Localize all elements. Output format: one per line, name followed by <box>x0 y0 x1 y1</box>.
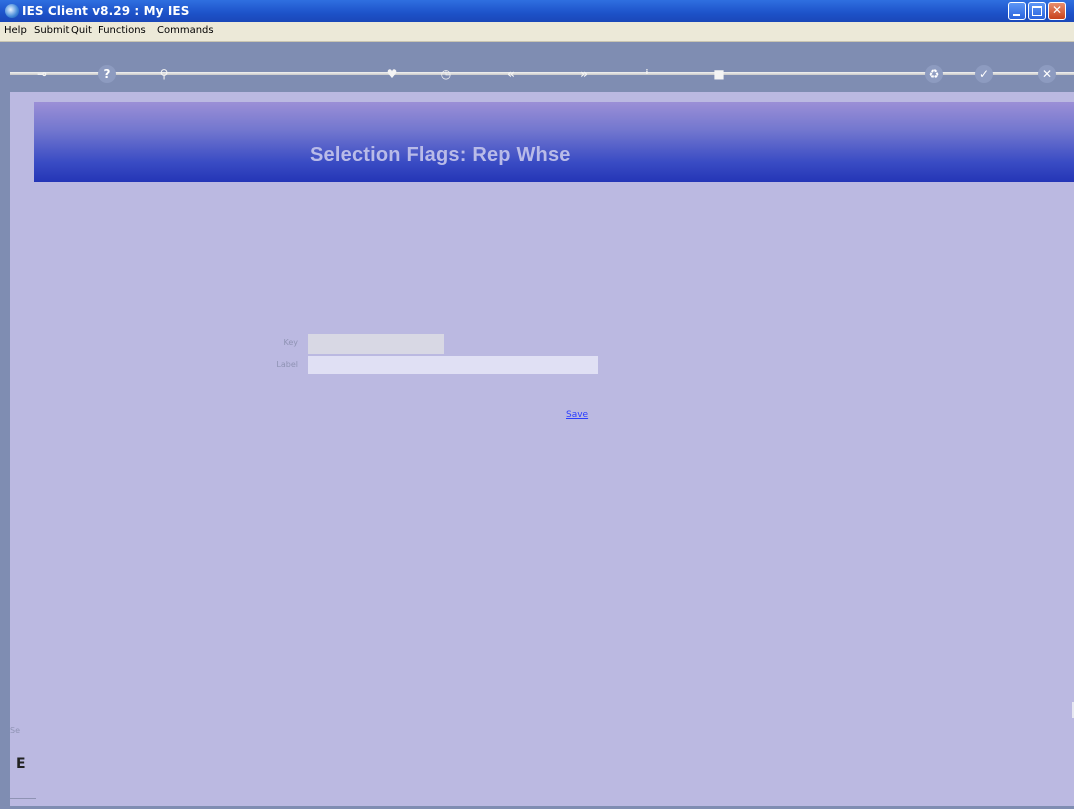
save-link[interactable]: Save <box>566 410 588 420</box>
main-pane: Selection Flags: Rep Whse Key Label Save… <box>10 92 1074 806</box>
maximize-button[interactable] <box>1028 2 1046 20</box>
key-icon[interactable]: ⊸ <box>28 65 56 83</box>
heart-icon[interactable]: ♥ <box>383 65 401 83</box>
menu-functions[interactable]: Functions <box>98 25 146 36</box>
menu-quit[interactable]: Quit <box>71 25 92 36</box>
recycle-icon[interactable]: ♻ <box>925 65 943 83</box>
menu-submit[interactable]: Submit <box>34 25 69 36</box>
window-close-button[interactable] <box>1048 2 1066 20</box>
minimize-button[interactable] <box>1008 2 1026 20</box>
stop-icon[interactable]: ■ <box>710 65 728 83</box>
window-titlebar: IES Client v8.29 : My IES <box>0 0 1074 23</box>
status-char: E <box>16 756 26 772</box>
toolbar: ⊸ ? ⚲ ♥ ◷ « » ⁱ ■ ♻ ✓ ✕ <box>10 62 1074 86</box>
window-title: IES Client v8.29 : My IES <box>22 4 190 18</box>
menu-help[interactable]: Help <box>4 25 27 36</box>
label-field[interactable] <box>308 356 598 374</box>
help-icon[interactable]: ? <box>98 65 116 83</box>
key-label: Key <box>283 338 298 347</box>
status-divider <box>10 798 36 799</box>
clock-icon[interactable]: ◷ <box>437 65 455 83</box>
next-icon[interactable]: » <box>575 65 593 83</box>
check-icon[interactable]: ✓ <box>975 65 993 83</box>
label-label: Label <box>276 360 298 369</box>
page-title: Selection Flags: Rep Whse <box>310 144 571 166</box>
info-icon[interactable]: ⁱ <box>638 65 656 83</box>
close-icon[interactable]: ✕ <box>1038 65 1056 83</box>
search-icon[interactable]: ⚲ <box>155 65 173 83</box>
menu-commands[interactable]: Commands <box>157 25 214 36</box>
status-panel: Se E <box>10 718 36 802</box>
key-field[interactable] <box>308 334 444 354</box>
status-label: Se <box>10 726 20 735</box>
app-icon <box>5 4 19 18</box>
previous-icon[interactable]: « <box>502 65 520 83</box>
header-band <box>34 102 1074 182</box>
menu-bar: Help Submit Quit Functions Commands <box>0 22 1074 42</box>
